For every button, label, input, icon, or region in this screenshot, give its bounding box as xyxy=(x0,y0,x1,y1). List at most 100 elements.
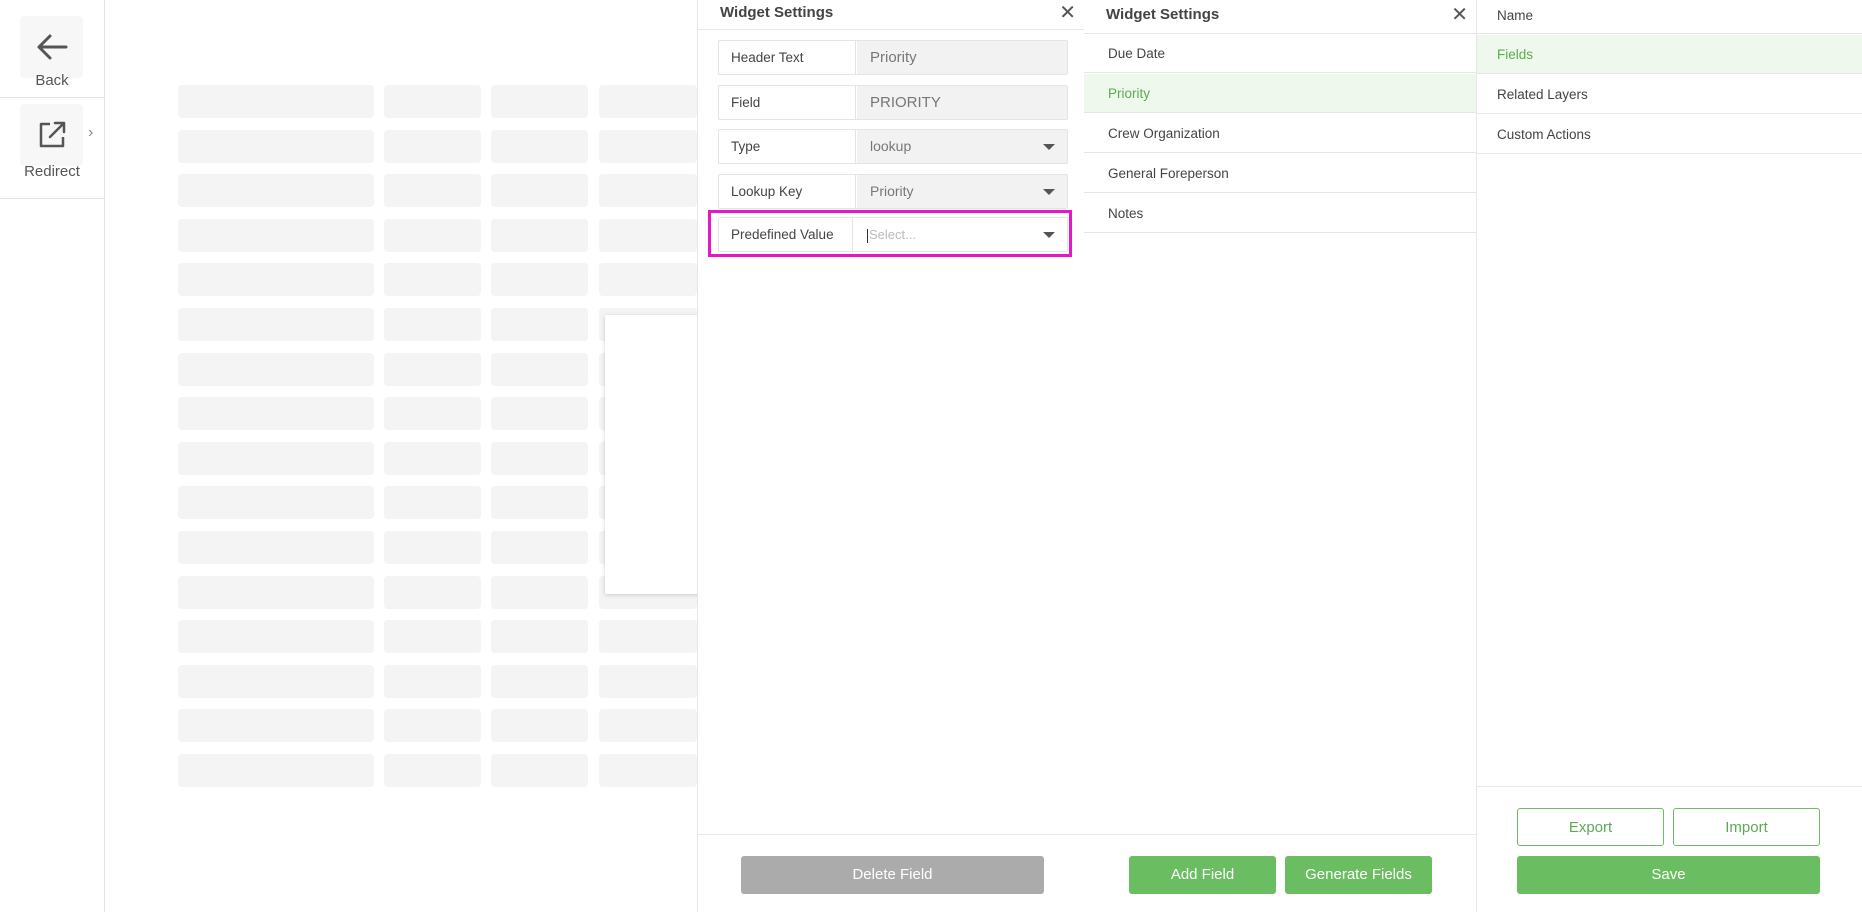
lookup-key-label: Lookup Key xyxy=(719,175,856,208)
skeleton-cell xyxy=(384,441,481,475)
skeleton-cell xyxy=(491,754,588,787)
skeleton-cell xyxy=(384,575,481,609)
skeleton-cell xyxy=(491,218,588,252)
field-row: Field PRIORITY xyxy=(718,85,1068,120)
left-rail: Back › Redirect xyxy=(0,0,105,912)
skeleton-cell xyxy=(178,531,374,564)
nav-item-related-layers[interactable]: Related Layers xyxy=(1477,75,1862,114)
skeleton-cell xyxy=(384,620,481,654)
expand-chevron-icon[interactable]: › xyxy=(88,124,93,142)
skeleton-cell xyxy=(599,218,697,252)
skeleton-cell xyxy=(178,308,374,341)
panel-title: Widget Settings xyxy=(720,4,834,21)
panel-title: Widget Settings xyxy=(1106,6,1220,23)
field-item-crew-organization[interactable]: Crew Organization xyxy=(1084,114,1476,153)
skeleton-cell xyxy=(599,709,697,743)
field-item-general-foreperson[interactable]: General Foreperson xyxy=(1084,154,1476,193)
panel-footer: Delete Field xyxy=(698,834,1084,913)
nav-item-name[interactable]: Name xyxy=(1477,0,1862,34)
type-select[interactable]: lookup xyxy=(857,130,1067,163)
skeleton-cell xyxy=(491,397,588,431)
skeleton-cell xyxy=(384,263,481,297)
caret-down-icon xyxy=(1043,144,1055,150)
skeleton-cell xyxy=(384,664,481,698)
panel-header: Widget Settings ✕ xyxy=(1084,0,1476,34)
redirect-button[interactable] xyxy=(20,104,83,166)
skeleton-cell xyxy=(491,129,588,163)
header-text-input[interactable]: Priority xyxy=(857,41,1067,74)
skeleton-cell xyxy=(178,263,374,297)
skeleton-cell xyxy=(384,709,481,743)
panel-footer: Add Field Generate Fields xyxy=(1084,834,1476,913)
skeleton-cell xyxy=(491,441,588,475)
skeleton-cell xyxy=(384,174,481,208)
delete-field-button[interactable]: Delete Field xyxy=(741,856,1044,894)
field-label: Field xyxy=(719,86,856,119)
save-button[interactable]: Save xyxy=(1517,856,1820,894)
skeleton-cell xyxy=(491,352,588,386)
skeleton-cell xyxy=(178,174,374,208)
skeleton-cell xyxy=(491,308,588,341)
field-input[interactable]: PRIORITY xyxy=(857,86,1067,119)
field-item-due-date[interactable]: Due Date xyxy=(1084,34,1476,73)
skeleton-cell xyxy=(491,174,588,208)
skeleton-cell xyxy=(178,620,374,654)
skeleton-cell xyxy=(384,486,481,520)
nav-item-custom-actions[interactable]: Custom Actions xyxy=(1477,115,1862,154)
redirect-label: Redirect xyxy=(24,163,80,180)
skeleton-cell xyxy=(178,352,374,386)
skeleton-cell xyxy=(384,397,481,431)
skeleton-cell xyxy=(178,441,374,475)
skeleton-cell xyxy=(491,709,588,743)
field-settings-panel: Widget Settings ✕ Header Text Priority F… xyxy=(697,0,1085,912)
rail-divider xyxy=(0,97,104,98)
lookup-key-select[interactable]: Priority xyxy=(857,175,1067,208)
skeleton-cell xyxy=(384,218,481,252)
external-link-icon xyxy=(39,121,65,148)
fields-list-panel: Widget Settings ✕ Due Date Priority Crew… xyxy=(1084,0,1477,912)
close-icon[interactable]: ✕ xyxy=(1059,0,1076,25)
skeleton-cell xyxy=(491,263,588,297)
arrow-left-icon xyxy=(37,34,67,60)
text-cursor xyxy=(867,228,868,243)
skeleton-cell xyxy=(384,85,481,118)
field-item-priority[interactable]: Priority xyxy=(1084,74,1476,113)
predefined-value-row: Predefined Value Select... xyxy=(718,217,1068,252)
skeleton-cell xyxy=(491,575,588,609)
skeleton-cell xyxy=(178,397,374,431)
add-field-button[interactable]: Add Field xyxy=(1129,856,1276,894)
skeleton-cell xyxy=(491,531,588,564)
skeleton-cell xyxy=(178,664,374,698)
caret-down-icon xyxy=(1043,189,1055,195)
skeleton-cell xyxy=(599,129,697,163)
skeleton-cell xyxy=(178,85,374,118)
skeleton-cell xyxy=(491,486,588,520)
export-button[interactable]: Export xyxy=(1517,808,1664,846)
type-row: Type lookup xyxy=(718,129,1068,164)
skeleton-cell xyxy=(599,664,697,698)
skeleton-cell xyxy=(491,664,588,698)
skeleton-cell xyxy=(384,531,481,564)
close-icon[interactable]: ✕ xyxy=(1451,2,1468,27)
import-button[interactable]: Import xyxy=(1673,808,1820,846)
nav-item-fields[interactable]: Fields xyxy=(1477,35,1862,74)
back-label: Back xyxy=(35,72,69,89)
predefined-value-select[interactable]: Select... xyxy=(854,218,1067,251)
type-select-value: lookup xyxy=(870,138,912,154)
skeleton-cell xyxy=(599,174,697,208)
header-text-label: Header Text xyxy=(719,41,856,74)
lookup-key-select-value: Priority xyxy=(870,183,914,199)
skeleton-cell xyxy=(178,754,374,787)
skeleton-cell xyxy=(384,352,481,386)
field-item-notes[interactable]: Notes xyxy=(1084,194,1476,233)
skeleton-cell xyxy=(599,620,697,654)
skeleton-cell xyxy=(384,308,481,341)
back-button[interactable] xyxy=(20,16,83,78)
skeleton-cell xyxy=(178,129,374,163)
skeleton-cell xyxy=(599,85,697,118)
generate-fields-button[interactable]: Generate Fields xyxy=(1285,856,1432,894)
skeleton-cell xyxy=(599,263,697,297)
widget-nav-panel: Name Fields Related Layers Custom Action… xyxy=(1477,0,1862,912)
skeleton-cell xyxy=(178,218,374,252)
type-label: Type xyxy=(719,130,856,163)
